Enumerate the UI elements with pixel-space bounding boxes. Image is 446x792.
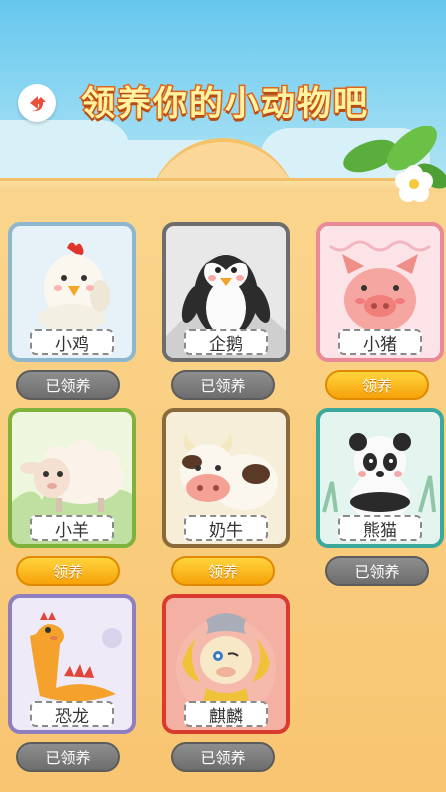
adopt-button-penguin[interactable]: 已领养 — [171, 370, 275, 400]
animal-name-label: 奶牛 — [184, 515, 268, 541]
back-arrow-icon — [30, 96, 46, 112]
leaf-flower-decoration — [343, 126, 446, 202]
adopt-button-sheep[interactable]: 领养 — [16, 556, 120, 586]
animal-name-label: 小猪 — [338, 329, 422, 355]
adopt-button-panda[interactable]: 已领养 — [325, 556, 429, 586]
animal-card-panda[interactable]: 熊猫 — [316, 408, 444, 548]
back-button[interactable] — [18, 84, 56, 122]
animal-name-label: 小羊 — [30, 515, 114, 541]
animal-card-penguin[interactable]: 企鹅 — [162, 222, 290, 362]
animal-card-cow[interactable]: 奶牛 — [162, 408, 290, 548]
adopt-button-qilin[interactable]: 已领养 — [171, 742, 275, 772]
adopt-button-dinosaur[interactable]: 已领养 — [16, 742, 120, 772]
animal-card-chick[interactable]: 小鸡 — [8, 222, 136, 362]
adopt-button-pig[interactable]: 领养 — [325, 370, 429, 400]
animal-name-label: 恐龙 — [30, 701, 114, 727]
adopt-button-cow[interactable]: 领养 — [171, 556, 275, 586]
animal-name-label: 麒麟 — [184, 701, 268, 727]
page-title: 领养你的小动物吧 — [80, 83, 369, 126]
animal-name-label: 企鹅 — [184, 329, 268, 355]
animal-card-qilin[interactable]: 麒麟 — [162, 594, 290, 734]
animal-card-dinosaur[interactable]: 恐龙 — [8, 594, 136, 734]
adopt-button-chick[interactable]: 已领养 — [16, 370, 120, 400]
animal-name-label: 熊猫 — [338, 515, 422, 541]
animal-card-pig[interactable]: 小猪 — [316, 222, 444, 362]
animal-card-sheep[interactable]: 小羊 — [8, 408, 136, 548]
animal-name-label: 小鸡 — [30, 329, 114, 355]
